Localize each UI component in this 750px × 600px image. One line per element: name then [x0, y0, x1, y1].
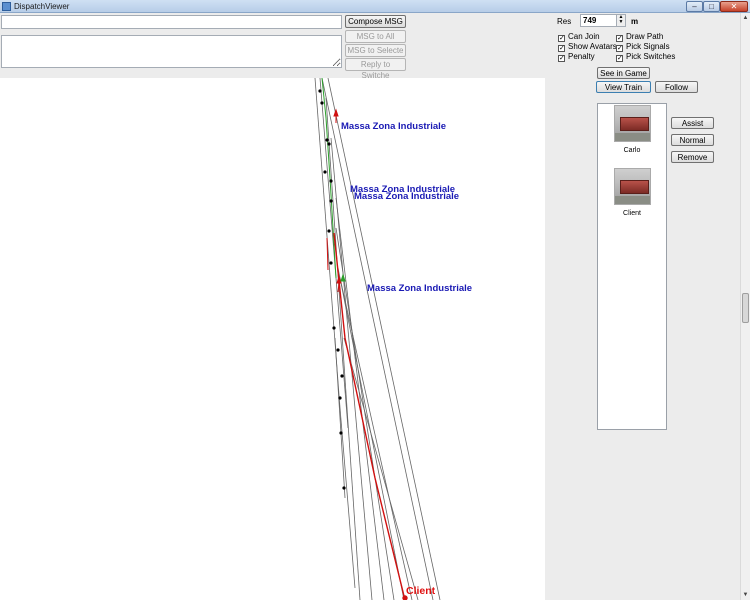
follow-button[interactable]: Follow: [655, 81, 698, 93]
avatar-list[interactable]: Carlo Client: [597, 103, 667, 430]
res-unit-label: m: [631, 17, 639, 26]
signal-marker: [339, 431, 343, 435]
track-line: [321, 78, 434, 600]
assist-button[interactable]: Assist: [671, 117, 714, 129]
title-bar[interactable]: DispatchViewer – □ ✕: [0, 0, 750, 13]
resolution-spinner[interactable]: 749 ▲ ▼: [580, 14, 626, 27]
track-lines: [314, 78, 441, 600]
ground-graphic: [614, 133, 650, 141]
train-car-graphic: [619, 117, 649, 131]
normal-button[interactable]: Normal: [671, 134, 714, 146]
checkbox-box[interactable]: ✓: [558, 45, 565, 52]
compose-msg-button[interactable]: Compose MSG: [345, 15, 406, 28]
pick-switches-checkbox[interactable]: ✓ Pick Switches: [616, 52, 675, 62]
ground-graphic: [614, 196, 650, 204]
train-avatar-thumbnail: [613, 105, 651, 142]
pick-signals-checkbox[interactable]: ✓ Pick Signals: [616, 42, 670, 52]
signal-marker: [338, 396, 342, 400]
draw-path-checkbox[interactable]: ✓ Draw Path: [616, 32, 663, 42]
scroll-up-icon[interactable]: ▲: [741, 13, 750, 23]
show-avatars-checkbox[interactable]: ✓ Show Avatars: [558, 42, 617, 52]
minimize-button[interactable]: –: [686, 1, 703, 12]
view-train-button[interactable]: View Train: [596, 81, 651, 93]
signal-marker: [329, 199, 333, 203]
path-marker: [340, 273, 346, 282]
app-icon: [2, 2, 11, 11]
signal-marker: [336, 348, 340, 352]
maximize-button[interactable]: □: [703, 1, 720, 12]
signal-marker: [340, 374, 344, 378]
can-join-checkbox[interactable]: ✓ Can Join: [558, 32, 600, 42]
chevron-down-icon[interactable]: ▼: [619, 19, 624, 25]
train-marker: [333, 108, 339, 117]
reply-to-switches-button[interactable]: Reply to Switche: [345, 58, 406, 80]
train-avatar-thumbnail: [613, 168, 651, 205]
message-line-input[interactable]: [1, 15, 342, 29]
station-label: Massa Zona Industriale: [367, 283, 472, 294]
track-line: [343, 337, 419, 600]
avatar-item-client[interactable]: Client: [598, 168, 666, 218]
checkbox-box[interactable]: ✓: [616, 55, 623, 62]
resolution-value[interactable]: 749: [583, 15, 596, 26]
train-car-graphic: [619, 180, 649, 194]
checkbox-label: Can Join: [568, 32, 600, 41]
vertical-scrollbar[interactable]: ▲ ▼: [740, 13, 750, 600]
spinner-buttons[interactable]: ▲ ▼: [616, 15, 625, 26]
msg-to-all-button[interactable]: MSG to All: [345, 30, 406, 43]
train-label[interactable]: Client: [406, 585, 436, 597]
track-line: [339, 277, 413, 600]
checkbox-box[interactable]: ✓: [616, 45, 623, 52]
checkbox-label: Pick Switches: [626, 52, 676, 61]
checkbox-label: Draw Path: [626, 32, 664, 41]
see-in-game-button[interactable]: See in Game: [597, 67, 650, 79]
track-map-svg[interactable]: Massa Zona Industriale Massa Zona Indust…: [0, 78, 545, 600]
signal-marker: [329, 261, 333, 265]
scroll-down-icon[interactable]: ▼: [741, 590, 750, 600]
avatar-name: Carlo: [623, 147, 641, 154]
res-label: Res: [557, 17, 572, 26]
scroll-thumb[interactable]: [742, 293, 749, 323]
signal-marker: [323, 170, 327, 174]
signal-marker: [329, 179, 333, 183]
checkbox-box[interactable]: ✓: [616, 35, 623, 42]
station-label: Massa Zona Industriale: [341, 121, 446, 132]
signal-marker: [320, 101, 324, 105]
dispatch-map[interactable]: Massa Zona Industriale Massa Zona Indust…: [0, 78, 545, 600]
checkbox-box[interactable]: ✓: [558, 35, 565, 42]
signal-marker: [327, 142, 331, 146]
signal-marker: [318, 89, 322, 93]
train-marker: [336, 275, 342, 284]
msg-to-selected-button[interactable]: MSG to Selecte: [345, 44, 406, 57]
checkbox-label: Pick Signals: [626, 42, 670, 51]
penalty-checkbox[interactable]: ✓ Penalty: [558, 52, 595, 62]
avatar-name: Client: [623, 210, 641, 217]
window-title: DispatchViewer: [14, 2, 70, 11]
signal-marker: [325, 138, 329, 142]
signal-marker: [332, 326, 336, 330]
close-button[interactable]: ✕: [720, 1, 748, 12]
message-text-area[interactable]: [1, 35, 342, 68]
checkbox-label: Show Avatars: [568, 42, 617, 51]
path-line: [321, 78, 337, 279]
checkbox-box[interactable]: ✓: [558, 55, 565, 62]
checkbox-label: Penalty: [568, 52, 595, 61]
avatar-item-carlo[interactable]: Carlo: [598, 105, 666, 155]
signal-marker: [342, 486, 346, 490]
station-label: Massa Zona Industriale: [354, 191, 459, 202]
remove-button[interactable]: Remove: [671, 151, 714, 163]
signal-marker: [327, 229, 331, 233]
